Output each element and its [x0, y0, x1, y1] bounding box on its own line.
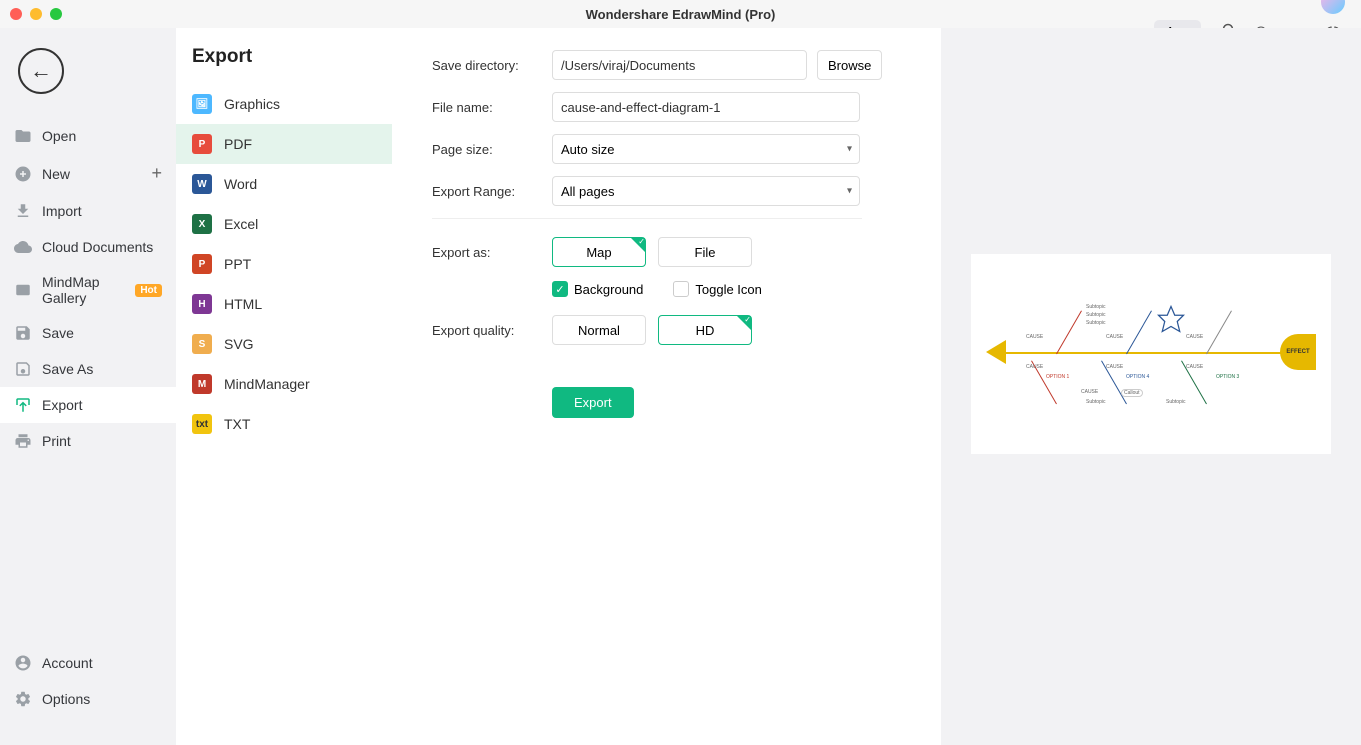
sidebar-label: Save As: [42, 361, 93, 377]
sidebar-label: Options: [42, 691, 90, 707]
pdf-icon: P: [192, 134, 212, 154]
export-type-svg[interactable]: S SVG: [176, 324, 392, 364]
plus-circle-icon: [14, 165, 32, 183]
sidebar-item-save[interactable]: Save: [0, 315, 176, 351]
preview-area: EFFECT CAUSE CAUSE Subtopic Subtopic Sub…: [941, 28, 1361, 745]
arrow-left-icon: ←: [30, 58, 52, 84]
export-type-ppt[interactable]: P PPT: [176, 244, 392, 284]
ppt-icon: P: [192, 254, 212, 274]
preview-card: EFFECT CAUSE CAUSE Subtopic Subtopic Sub…: [971, 254, 1331, 454]
export-quality-label: Export quality:: [432, 323, 552, 338]
quality-normal[interactable]: Normal: [552, 315, 646, 345]
caret-down-icon: ▾: [847, 186, 852, 197]
mindmanager-icon: M: [192, 374, 212, 394]
sidebar-item-account[interactable]: Account: [0, 645, 176, 681]
hot-badge: Hot: [135, 284, 162, 297]
page-size-label: Page size:: [432, 142, 552, 157]
sidebar-item-options[interactable]: Options: [0, 681, 176, 717]
add-icon[interactable]: +: [151, 163, 162, 184]
caret-down-icon: ▾: [847, 144, 852, 155]
sidebar-label: Save: [42, 325, 74, 341]
sidebar-item-import[interactable]: Import: [0, 193, 176, 229]
export-as-label: Export as:: [432, 245, 552, 260]
sidebar-label: Import: [42, 203, 82, 219]
sidebar-item-saveas[interactable]: Save As: [0, 351, 176, 387]
export-type-txt[interactable]: txt TXT: [176, 404, 392, 444]
export-type-mindmanager[interactable]: M MindManager: [176, 364, 392, 404]
toggle-icon-checkbox[interactable]: Toggle Icon: [673, 281, 762, 297]
sidebar-label: Export: [42, 397, 82, 413]
gear-icon: [14, 690, 32, 708]
folder-open-icon: [14, 127, 32, 145]
word-icon: W: [192, 174, 212, 194]
import-icon: [14, 202, 32, 220]
sidebar-item-export[interactable]: Export: [0, 387, 176, 423]
gallery-icon: [14, 281, 32, 299]
sidebar-item-new[interactable]: New +: [0, 154, 176, 193]
sidebar-item-print[interactable]: Print: [0, 423, 176, 459]
sidebar-item-open[interactable]: Open: [0, 118, 176, 154]
sidebar-label: Print: [42, 433, 71, 449]
graphics-icon: 🖼: [192, 94, 212, 114]
window-minimize[interactable]: [30, 8, 42, 20]
fishbone-diagram: EFFECT CAUSE CAUSE Subtopic Subtopic Sub…: [986, 274, 1316, 434]
divider: [432, 218, 862, 219]
export-type-excel[interactable]: X Excel: [176, 204, 392, 244]
sidebar-item-cloud[interactable]: Cloud Documents: [0, 229, 176, 265]
sidebar-label: Account: [42, 655, 93, 671]
export-heading: Export: [176, 46, 392, 84]
save-dir-input[interactable]: [552, 50, 807, 80]
export-type-panel: Export 🖼 Graphics P PDF W Word X Excel P…: [176, 28, 392, 745]
browse-button[interactable]: Browse: [817, 50, 882, 80]
cloud-icon: [14, 238, 32, 256]
txt-icon: txt: [192, 414, 212, 434]
export-type-word[interactable]: W Word: [176, 164, 392, 204]
page-size-select[interactable]: Auto size: [552, 134, 860, 164]
sidebar-item-gallery[interactable]: MindMap Gallery Hot: [0, 265, 176, 315]
print-icon: [14, 432, 32, 450]
window-close[interactable]: [10, 8, 22, 20]
back-button[interactable]: ←: [18, 48, 64, 94]
export-type-html[interactable]: H HTML: [176, 284, 392, 324]
window-maximize[interactable]: [50, 8, 62, 20]
account-icon: [14, 654, 32, 672]
content-area: App ▾ ▾ ▾ Save directory: Browse File na…: [392, 28, 1361, 745]
excel-icon: X: [192, 214, 212, 234]
html-icon: H: [192, 294, 212, 314]
export-range-select[interactable]: All pages: [552, 176, 860, 206]
sidebar-label: MindMap Gallery: [42, 274, 131, 306]
sidebar-label: Open: [42, 128, 76, 144]
checkbox-icon: [673, 281, 689, 297]
export-range-label: Export Range:: [432, 184, 552, 199]
export-as-map[interactable]: Map: [552, 237, 646, 267]
left-sidebar: ← Open New + Import Cloud Documents: [0, 28, 176, 745]
export-button[interactable]: Export: [552, 387, 634, 418]
export-type-pdf[interactable]: P PDF: [176, 124, 392, 164]
save-as-icon: [14, 360, 32, 378]
save-dir-label: Save directory:: [432, 58, 552, 73]
svg-icon: S: [192, 334, 212, 354]
export-icon: [14, 396, 32, 414]
export-type-graphics[interactable]: 🖼 Graphics: [176, 84, 392, 124]
save-icon: [14, 324, 32, 342]
quality-hd[interactable]: HD: [658, 315, 752, 345]
sidebar-label: New: [42, 166, 70, 182]
check-icon: ✓: [552, 281, 568, 297]
background-checkbox[interactable]: ✓ Background: [552, 281, 643, 297]
file-name-label: File name:: [432, 100, 552, 115]
export-as-file[interactable]: File: [658, 237, 752, 267]
file-name-input[interactable]: [552, 92, 860, 122]
sidebar-label: Cloud Documents: [42, 239, 153, 255]
